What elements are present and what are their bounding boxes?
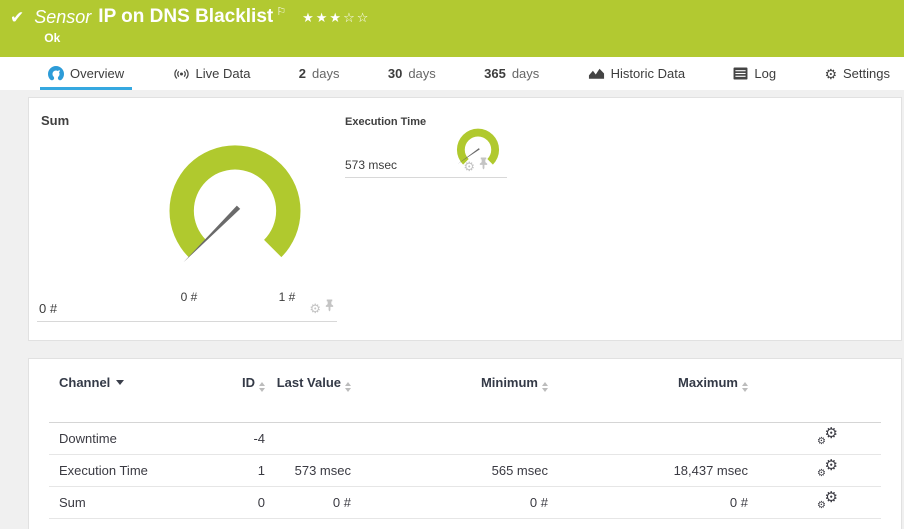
log-list-icon xyxy=(733,67,748,80)
sort-icon xyxy=(742,382,748,392)
gauge-title: Sum xyxy=(41,113,70,128)
column-header-id[interactable]: ID xyxy=(229,375,265,392)
priority-stars[interactable]: ★★★☆☆ xyxy=(302,7,370,29)
column-header-last-value[interactable]: Last Value xyxy=(265,375,351,392)
gauge-current-value: 573 msec xyxy=(345,158,398,172)
ok-check-icon: ✔ xyxy=(10,8,25,27)
channel-settings-icon[interactable]: ⚙ ⚙ xyxy=(817,458,838,479)
tab-365-days[interactable]: 365 days xyxy=(476,57,547,90)
sort-desc-icon xyxy=(116,380,125,385)
channel-table-panel: Channel ID Last Value Minimum Maximum Do… xyxy=(28,358,902,529)
tab-30-days[interactable]: 30 days xyxy=(380,57,444,90)
table-header-row: Channel ID Last Value Minimum Maximum xyxy=(49,359,881,423)
channel-name: Execution Time xyxy=(59,463,148,478)
tab-log[interactable]: Log xyxy=(725,57,784,90)
gauge-settings-gear-icon[interactable]: ⚙ xyxy=(309,302,321,315)
tab-settings[interactable]: ⚙ Settings xyxy=(816,57,898,90)
channel-id: 1 xyxy=(257,463,265,478)
channel-id: 0 xyxy=(257,495,265,510)
flag-icon[interactable]: ⚐ xyxy=(276,1,286,23)
tab-historic-data[interactable]: Historic Data xyxy=(580,57,693,90)
channel-settings-icon[interactable]: ⚙ ⚙ xyxy=(817,426,838,447)
gauge-current-value: 0 # xyxy=(39,301,58,316)
channel-id: -4 xyxy=(253,431,265,446)
gauge-scale-min: 0 # xyxy=(180,290,198,304)
gauge-settings-gear-icon[interactable]: ⚙ xyxy=(463,160,475,173)
tab-2-days[interactable]: 2 days xyxy=(291,57,348,90)
gauge-icon xyxy=(48,65,64,82)
tab-live-data[interactable]: Live Data xyxy=(165,57,259,90)
channel-name: Sum xyxy=(59,495,86,510)
sum-gauge-block: Sum 0 # 1 # 0 # ⚙ xyxy=(37,104,337,322)
minimum-value: 0 # xyxy=(529,495,548,510)
pin-icon[interactable] xyxy=(478,157,489,175)
table-row-sum[interactable]: Sum 0 0 # 0 # 0 # ⚙ ⚙ xyxy=(49,487,881,519)
tab-bar: Overview Live Data 2 days 30 days 365 da… xyxy=(0,57,904,90)
page-title: IP on DNS Blacklist xyxy=(98,6,274,27)
last-value: 573 msec xyxy=(294,463,351,478)
table-row-execution-time[interactable]: Execution Time 1 573 msec 565 msec 18,43… xyxy=(49,455,881,487)
execution-time-gauge-block: Execution Time 573 msec ⚙ xyxy=(345,111,507,178)
column-header-channel[interactable]: Channel xyxy=(49,375,229,390)
last-value: 0 # xyxy=(332,495,351,510)
channel-name: Downtime xyxy=(59,431,117,446)
area-chart-icon xyxy=(588,67,605,81)
sensor-status-header: ✔ Sensor IP on DNS Blacklist ⚐ ★★★☆☆ Ok xyxy=(0,0,904,57)
column-header-minimum[interactable]: Minimum xyxy=(351,375,548,392)
tab-overview[interactable]: Overview xyxy=(40,57,132,90)
gear-icon: ⚙ xyxy=(824,65,838,82)
maximum-value: 0 # xyxy=(729,495,748,510)
column-header-maximum[interactable]: Maximum xyxy=(548,375,748,392)
table-row-downtime[interactable]: Downtime -4 ⚙ ⚙ xyxy=(49,423,881,455)
minimum-value: 565 msec xyxy=(491,463,548,478)
channel-settings-icon[interactable]: ⚙ ⚙ xyxy=(817,490,838,511)
gauge-title: Execution Time xyxy=(345,116,427,128)
channel-table: Channel ID Last Value Minimum Maximum Do… xyxy=(49,359,881,519)
sensor-type-label: Sensor xyxy=(34,7,92,27)
status-text: Ok xyxy=(44,31,61,45)
gauge-scale-max: 1 # xyxy=(278,290,296,304)
live-data-icon xyxy=(173,66,190,82)
pin-icon[interactable] xyxy=(324,299,335,317)
sum-gauge xyxy=(151,131,319,288)
gauges-panel: Sum 0 # 1 # 0 # ⚙ Execution Time 573 mse… xyxy=(28,97,902,341)
maximum-value: 18,437 msec xyxy=(673,463,748,478)
